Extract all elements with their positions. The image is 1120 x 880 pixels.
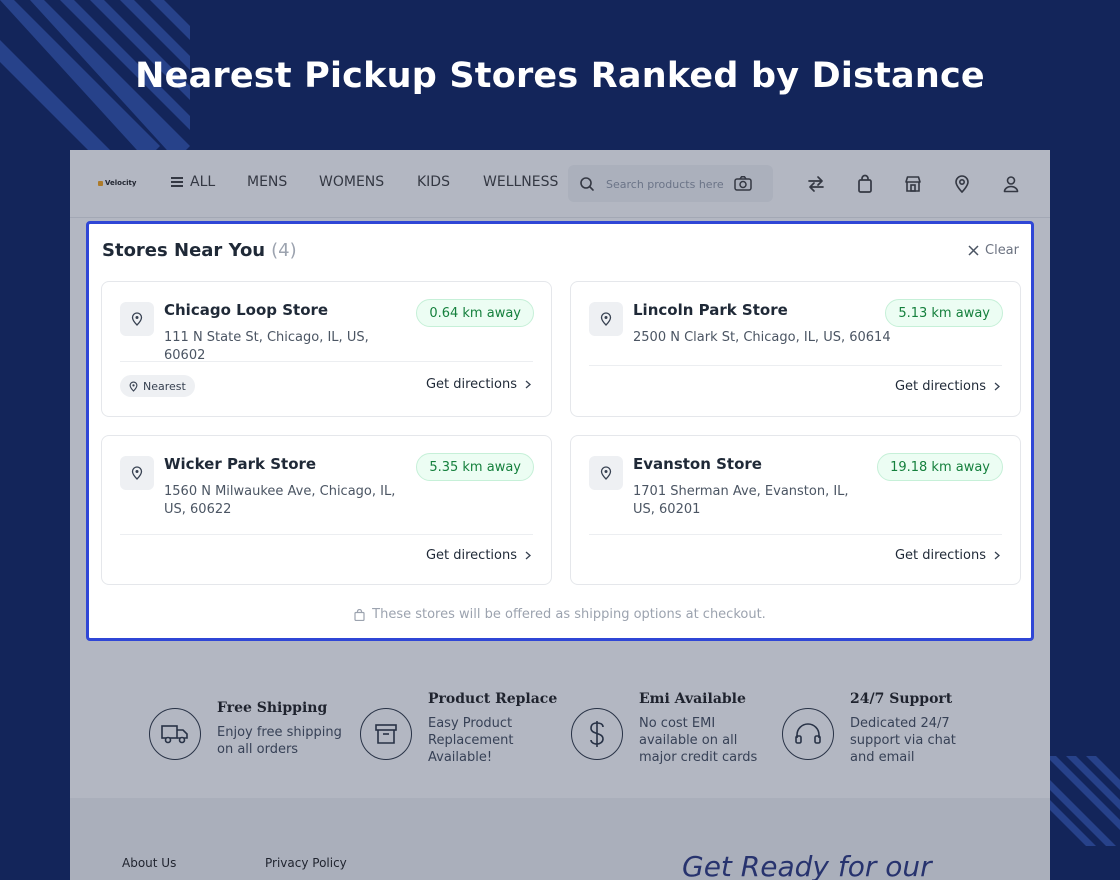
directions-label: Get directions xyxy=(894,548,986,563)
store-card: Evanston Store 1701 Sherman Ave, Evansto… xyxy=(570,435,1021,585)
card-divider xyxy=(589,365,1002,366)
map-pin-icon xyxy=(120,302,154,336)
modal-title: Stores Near You (4) xyxy=(102,240,297,261)
store-name: Evanston Store xyxy=(633,455,762,473)
brand-logo[interactable]: Velocity xyxy=(98,179,136,187)
camera-icon[interactable] xyxy=(734,175,752,192)
dollar-icon xyxy=(571,708,623,760)
nearest-label: Nearest xyxy=(143,379,186,393)
card-divider xyxy=(120,534,533,535)
feature-title: Emi Available xyxy=(639,691,746,707)
map-pin-icon xyxy=(129,381,138,392)
checkout-note-text: These stores will be offered as shipping… xyxy=(372,607,766,622)
nav-item-mens[interactable]: MENS xyxy=(247,174,287,190)
box-icon xyxy=(360,708,412,760)
logo-mark xyxy=(98,180,103,186)
store-name: Lincoln Park Store xyxy=(633,301,788,319)
store-icon[interactable] xyxy=(903,174,923,194)
nav-item-kids[interactable]: KIDS xyxy=(417,174,450,190)
chevron-right-icon xyxy=(994,382,1000,391)
bag-icon xyxy=(354,608,365,621)
chevron-right-icon xyxy=(525,380,531,389)
brand-name: Velocity xyxy=(105,179,137,187)
store-address: 1701 Sherman Ave, Evanston, IL, US, 6020… xyxy=(633,484,849,517)
search-bar[interactable] xyxy=(568,165,773,202)
store-count: (4) xyxy=(271,240,297,261)
feature-title: Product Replace xyxy=(428,691,558,707)
get-directions-link[interactable]: Get directions xyxy=(426,548,531,563)
feature-desc: No cost EMI available on all major credi… xyxy=(639,716,758,765)
menu-icon[interactable] xyxy=(171,177,183,187)
nav-item-all[interactable]: ALL xyxy=(190,174,215,190)
modal-title-text: Stores Near You xyxy=(102,240,266,261)
clear-button[interactable]: Clear xyxy=(968,243,1019,258)
footer: About Us Privacy Policy Get Ready for ou… xyxy=(70,798,1050,880)
map-pin-icon xyxy=(589,302,623,336)
swap-icon[interactable] xyxy=(806,174,826,194)
get-directions-link[interactable]: Get directions xyxy=(426,377,531,392)
nav-item-wellness[interactable]: WELLNESS xyxy=(483,174,558,190)
bag-icon[interactable] xyxy=(855,174,875,194)
get-directions-link[interactable]: Get directions xyxy=(895,548,1000,563)
top-navbar: Velocity ALL MENS WOMENS KIDS WELLNESS xyxy=(70,150,1050,218)
stores-near-you-modal: Stores Near You (4) Clear Chicago Loop St… xyxy=(86,221,1034,641)
feature-desc: Enjoy free shipping on all orders xyxy=(217,725,342,757)
feature-desc: Dedicated 24/7 support via chat and emai… xyxy=(850,716,956,765)
card-divider xyxy=(120,361,533,362)
distance-badge: 19.18 km away xyxy=(877,453,1003,481)
distance-badge: 0.64 km away xyxy=(416,299,534,327)
footer-link-privacy[interactable]: Privacy Policy xyxy=(265,856,347,870)
store-address: 1560 N Milwaukee Ave, Chicago, IL, US, 6… xyxy=(164,484,396,517)
distance-badge: 5.13 km away xyxy=(885,299,1003,327)
headphones-icon xyxy=(782,708,834,760)
truck-icon xyxy=(149,708,201,760)
location-icon[interactable] xyxy=(952,174,972,194)
hero-title: Nearest Pickup Stores Ranked by Distance xyxy=(135,56,985,96)
user-icon[interactable] xyxy=(1001,174,1021,194)
store-address: 111 N State St, Chicago, IL, US, 60602 xyxy=(164,330,369,363)
footer-promo: Get Ready for our xyxy=(682,850,932,880)
chevron-right-icon xyxy=(525,551,531,560)
features-row: Free Shipping Enjoy free shipping on all… xyxy=(70,670,1050,800)
feature-title: 24/7 Support xyxy=(850,691,953,707)
card-divider xyxy=(589,534,1002,535)
store-name: Wicker Park Store xyxy=(164,455,317,473)
directions-label: Get directions xyxy=(425,548,517,563)
directions-label: Get directions xyxy=(425,377,517,392)
nearest-badge: Nearest xyxy=(120,375,195,397)
checkout-note: These stores will be offered as shipping… xyxy=(89,607,1031,622)
store-card: Wicker Park Store 1560 N Milwaukee Ave, … xyxy=(101,435,552,585)
store-card: Chicago Loop Store 111 N State St, Chica… xyxy=(101,281,552,417)
map-pin-icon xyxy=(120,456,154,490)
directions-label: Get directions xyxy=(894,379,986,394)
get-directions-link[interactable]: Get directions xyxy=(895,379,1000,394)
clear-label: Clear xyxy=(985,243,1019,258)
map-pin-icon xyxy=(589,456,623,490)
feature-title: Free Shipping xyxy=(217,700,328,716)
decorative-stripes-bottom-right xyxy=(1046,756,1120,846)
close-icon xyxy=(968,245,979,256)
feature-desc: Easy Product Replacement Available! xyxy=(428,716,514,765)
distance-badge: 5.35 km away xyxy=(416,453,534,481)
store-address: 2500 N Clark St, Chicago, IL, US, 60614 xyxy=(633,330,891,345)
store-card: Lincoln Park Store 2500 N Clark St, Chic… xyxy=(570,281,1021,417)
footer-link-about[interactable]: About Us xyxy=(122,856,176,870)
nav-item-womens[interactable]: WOMENS xyxy=(319,174,384,190)
search-input[interactable] xyxy=(606,175,730,193)
chevron-right-icon xyxy=(994,551,1000,560)
store-name: Chicago Loop Store xyxy=(164,301,329,319)
search-icon xyxy=(580,177,594,191)
